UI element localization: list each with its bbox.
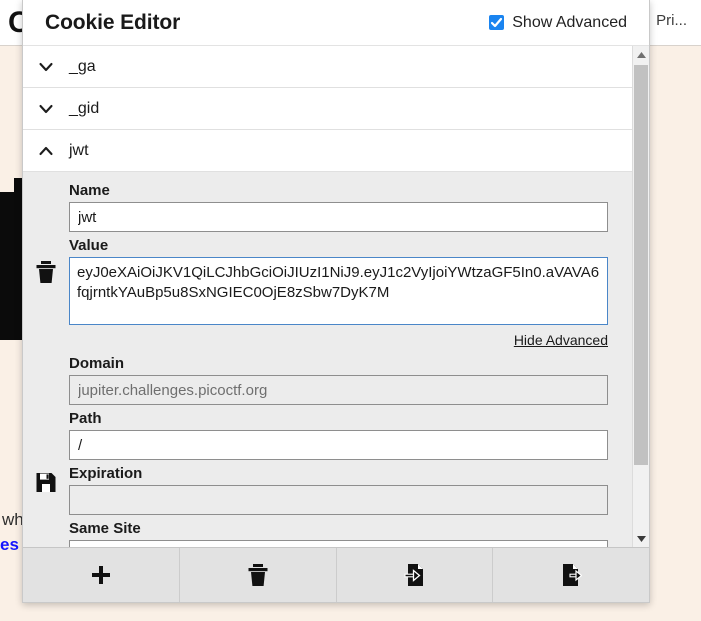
cookie-row-jwt[interactable]: jwt <box>23 130 632 172</box>
background-text-fragment: wh <box>2 510 24 529</box>
checkmark-icon <box>491 17 503 28</box>
background-link-fragment[interactable]: es <box>0 535 19 555</box>
cookie-editor-popup: Cookie Editor Show Advanced _ga _gid jwt… <box>22 0 650 603</box>
add-cookie-button[interactable] <box>23 548 180 602</box>
file-import-icon <box>404 564 424 586</box>
cookie-name-label: jwt <box>69 141 89 159</box>
hide-advanced-link[interactable]: Hide Advanced <box>514 332 608 348</box>
cookie-list: _ga _gid jwt Name jwt Value eyJ0eXAiOiJK… <box>23 46 632 547</box>
file-export-icon <box>563 564 583 586</box>
trash-icon[interactable] <box>35 260 57 289</box>
delete-all-button[interactable] <box>180 548 337 602</box>
cookie-row-ga[interactable]: _ga <box>23 46 632 88</box>
popup-footer-toolbar <box>23 547 649 602</box>
expiration-field-label: Expiration <box>69 465 143 482</box>
hide-advanced-row: Hide Advanced <box>69 332 608 350</box>
floppy-save-icon[interactable] <box>36 472 57 498</box>
popup-header: Cookie Editor Show Advanced <box>23 0 649 46</box>
path-field-label: Path <box>69 410 102 427</box>
show-advanced-label: Show Advanced <box>512 13 627 31</box>
cookie-name-label: _gid <box>69 99 100 117</box>
domain-field[interactable] <box>69 375 608 405</box>
name-field[interactable] <box>69 202 608 232</box>
scroll-down-arrow-icon[interactable] <box>633 530 649 547</box>
plus-icon <box>91 566 110 584</box>
value-field[interactable]: eyJ0eXAiOiJKV1QiLCJhbGciOiJIUzI1NiJ9.eyJ… <box>69 257 608 325</box>
import-button[interactable] <box>337 548 494 602</box>
scroll-up-arrow-icon[interactable] <box>633 46 649 63</box>
cookie-detail-fields: Name Value eyJ0eXAiOiJKV1QiLCJhbGciOiJIU… <box>69 182 632 547</box>
cookie-row-gid[interactable]: _gid <box>23 88 632 130</box>
path-field[interactable] <box>69 430 608 460</box>
trash-icon <box>248 564 268 586</box>
name-field-label: Name <box>69 182 110 199</box>
expiration-field[interactable] <box>69 485 608 515</box>
chevron-up-icon[interactable] <box>23 146 69 156</box>
value-field-label: Value <box>69 237 109 254</box>
same-site-field[interactable] <box>69 540 608 547</box>
page-title: Cookie Editor <box>45 10 181 34</box>
background-banner-notch <box>0 178 14 192</box>
chevron-down-icon[interactable] <box>23 62 69 72</box>
export-button[interactable] <box>493 548 649 602</box>
domain-field-label: Domain <box>69 355 125 372</box>
popup-body: _ga _gid jwt Name jwt Value eyJ0eXAiOiJK… <box>23 46 649 547</box>
cookie-name-label: _ga <box>69 57 96 75</box>
show-advanced-checkbox[interactable] <box>489 15 505 30</box>
vertical-scrollbar[interactable] <box>632 46 649 547</box>
show-advanced-toggle[interactable]: Show Advanced <box>489 14 627 32</box>
cookie-detail-gutter <box>23 182 69 547</box>
scrollbar-thumb[interactable] <box>634 65 648 465</box>
cookie-detail-panel: Name Value eyJ0eXAiOiJKV1QiLCJhbGciOiJIU… <box>23 172 632 547</box>
chevron-down-icon[interactable] <box>23 104 69 114</box>
background-nav-item-pri[interactable]: Pri... <box>656 12 687 29</box>
same-site-field-label: Same Site <box>69 520 141 537</box>
